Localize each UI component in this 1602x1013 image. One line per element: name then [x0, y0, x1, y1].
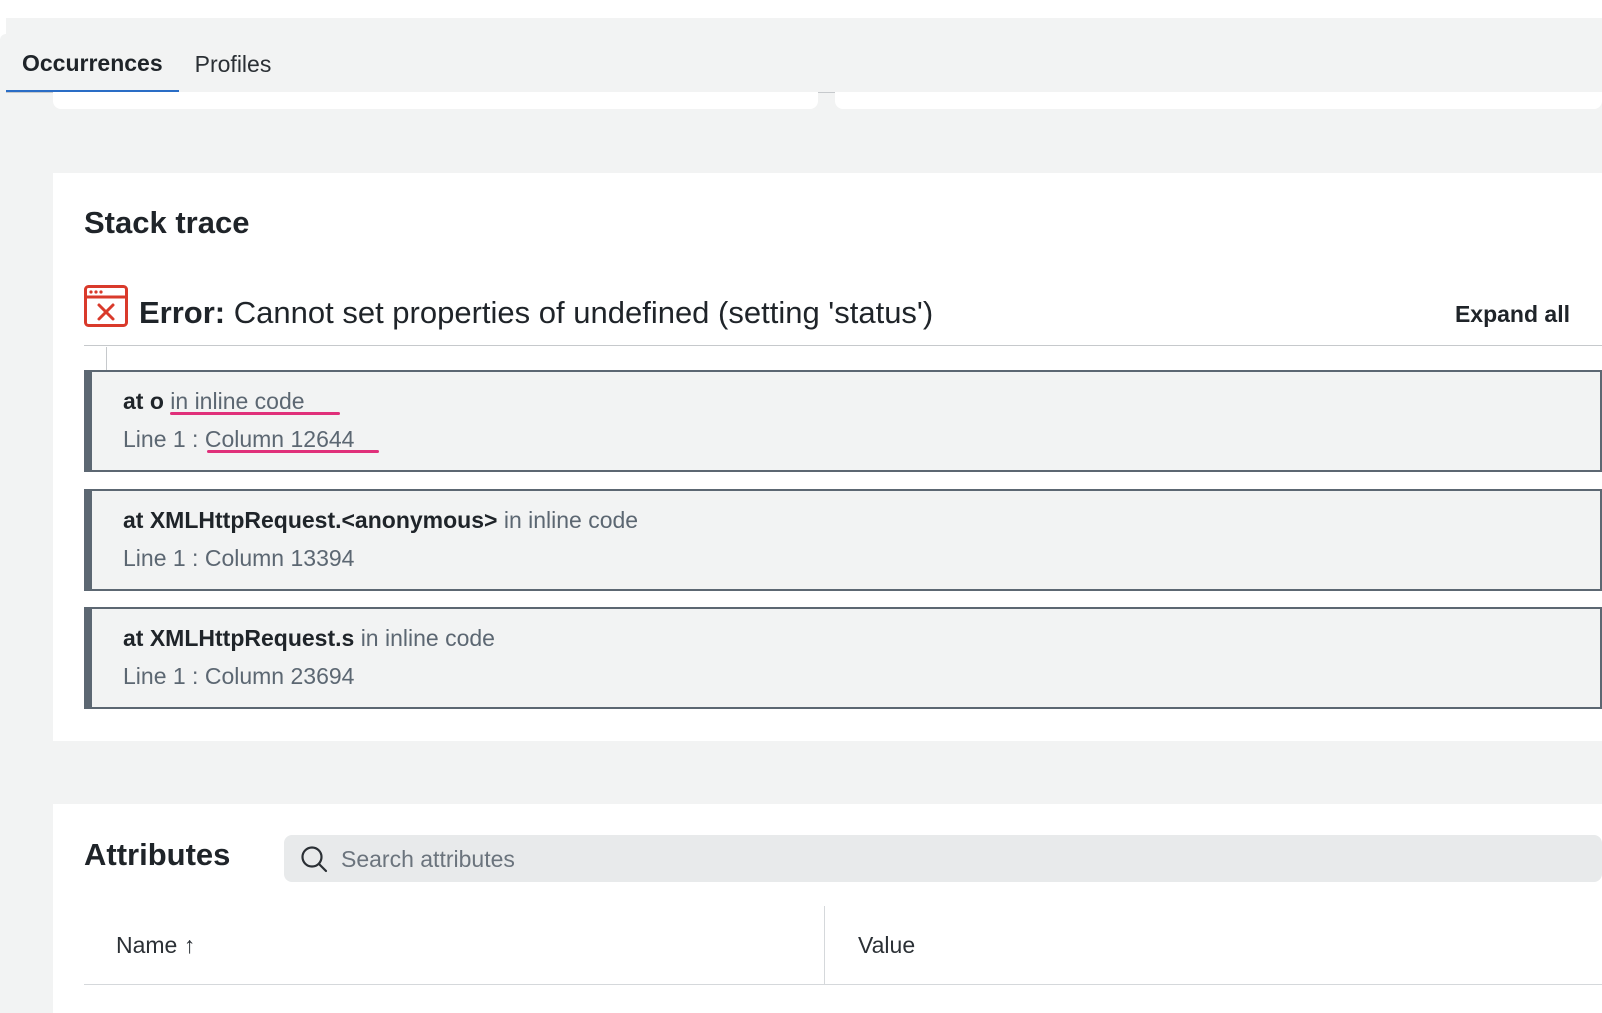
attribute-search [284, 835, 1602, 884]
stack-trace-card: Stack trace Error: Cannot set properties… [53, 173, 1602, 741]
column-header-value[interactable]: Value [858, 932, 915, 959]
error-header: Error: Cannot set properties of undefine… [84, 283, 1602, 346]
frame-location: in inline code [360, 625, 495, 651]
error-window-icon [84, 285, 128, 327]
tree-connector [106, 347, 107, 371]
attributes-title: Attributes [84, 837, 231, 872]
error-prefix: Error: [139, 295, 226, 330]
panel-bottom-right [835, 92, 1602, 109]
column-divider[interactable] [824, 906, 825, 984]
column-header-name[interactable]: Name ↑ [116, 932, 195, 959]
annotation-underline-column [207, 450, 379, 453]
attributes-card: Attributes Name ↑ Value [53, 804, 1602, 1013]
frame-heading: at XMLHttpRequest.<anonymous> in inline … [123, 507, 638, 534]
stack-frame-3[interactable]: at XMLHttpRequest.s in inline code Line … [84, 607, 1602, 709]
frame-heading: at XMLHttpRequest.s in inline code [123, 625, 495, 652]
tab-bar: Occurrences Profiles [6, 36, 1602, 93]
frame-function: at XMLHttpRequest.<anonymous> [123, 507, 498, 533]
search-icon [301, 846, 328, 873]
error-message: Error: Cannot set properties of undefine… [139, 295, 933, 331]
frame-function: at o [123, 388, 164, 414]
frame-location: in inline code [503, 507, 639, 533]
stack-trace-title: Stack trace [84, 205, 250, 240]
page-edge-corner [0, 34, 6, 1013]
stack-frame-2[interactable]: at XMLHttpRequest.<anonymous> in inline … [84, 489, 1602, 591]
frame-location: in inline code [170, 388, 305, 414]
frame-line-col: Line 1 : Column 13394 [123, 545, 355, 571]
top-strip [0, 0, 1602, 18]
frame-line-col: Line 1 : Column 23694 [123, 663, 355, 689]
frame-line-col: Line 1 : Column 12644 [123, 426, 355, 452]
frame-function: at XMLHttpRequest.s [123, 625, 355, 651]
expand-all-button[interactable]: Expand all [1455, 301, 1570, 328]
attributes-table-header: Name ↑ Value [84, 906, 1602, 985]
tab-occurrences[interactable]: Occurrences [6, 36, 179, 92]
frame-heading: at o in inline code [123, 388, 305, 415]
tab-profiles[interactable]: Profiles [179, 36, 288, 92]
panel-bottom-left [53, 92, 818, 109]
annotation-underline-location [170, 412, 340, 415]
error-text: Cannot set properties of undefined (sett… [233, 295, 934, 330]
stack-frame-1[interactable]: at o in inline code Line 1 : Column 1264… [84, 370, 1602, 472]
search-input[interactable] [339, 835, 1543, 884]
